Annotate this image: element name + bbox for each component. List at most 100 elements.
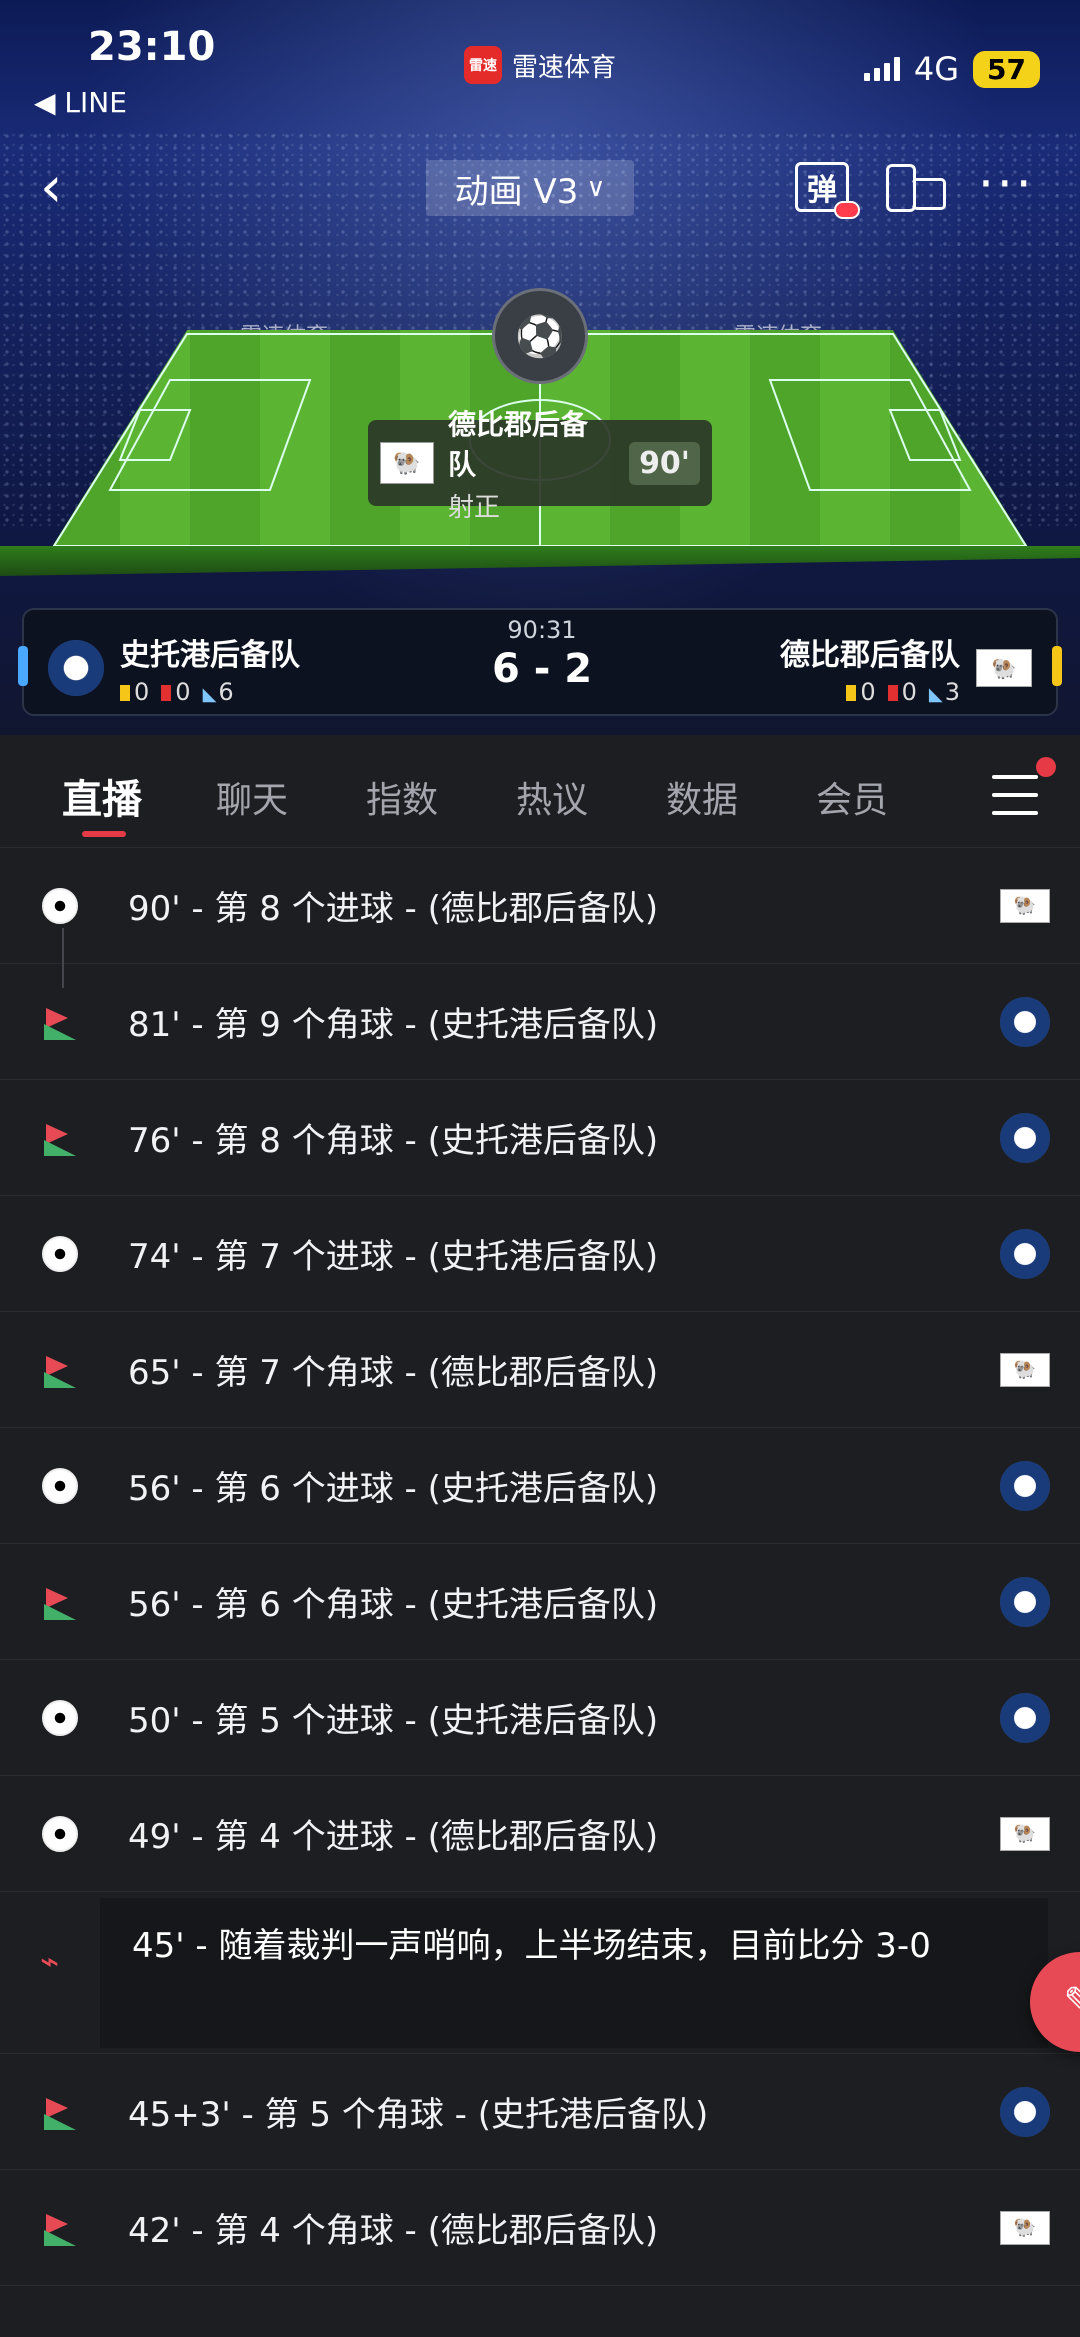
notification-dot (1036, 757, 1056, 777)
list-item[interactable]: 45+3' - 第 5 个角球 - (史托港后备队) (0, 2054, 1080, 2170)
derby-crest-icon: 🐏 (1000, 888, 1050, 923)
event-text: 56' - 第 6 个进球 - (史托港后备队) (128, 1469, 659, 1509)
tab-chat[interactable]: 聊天 (216, 771, 288, 823)
animation-mode-select[interactable]: 动画 V3 ∨ (426, 160, 634, 216)
tab-stats[interactable]: 数据 (666, 771, 738, 823)
network-type: 4G (913, 50, 960, 88)
event-minute: 90' (629, 441, 700, 485)
event-text: 56' - 第 6 个角球 - (史托港后备队) (128, 1585, 659, 1625)
live-event-list: 90' - 第 8 个进球 - (德比郡后备队) 🐏 81' - 第 9 个角球… (0, 848, 1080, 2286)
stockport-crest-icon (1000, 1692, 1050, 1743)
stockport-crest-icon (48, 640, 104, 696)
away-yellow-count: 0 (860, 678, 876, 706)
away-color-marker (1052, 646, 1062, 686)
stockport-crest-icon (1000, 1112, 1050, 1163)
whistle-icon: ⌁ (40, 1942, 60, 1980)
home-corner-count: 6 (218, 678, 234, 706)
away-team-name: 德比郡后备队 (780, 638, 960, 673)
list-item[interactable]: 49' - 第 4 个进球 - (德比郡后备队) 🐏 (0, 1776, 1080, 1892)
stockport-crest-icon (1000, 1228, 1050, 1279)
battery-icon: 57 (973, 50, 1040, 88)
event-text: 49' - 第 4 个进球 - (德比郡后备队) (128, 1817, 659, 1857)
corner-flag-icon (40, 1002, 80, 1042)
tab-discussion[interactable]: 热议 (516, 771, 588, 823)
ball-icon (40, 1234, 80, 1274)
back-to-line-link[interactable]: ◀ LINE (34, 86, 127, 119)
tab-live[interactable]: 直播 (62, 767, 142, 825)
score-center: 90:31 6 - 2 (454, 616, 630, 692)
system-indicators: 4G 57 (863, 50, 1040, 88)
match-animation-area: 23:10 ◀ LINE 雷速 雷速体育 4G 57 ‹ 动画 V3 ∨ 弹 ·… (0, 0, 1080, 735)
list-item[interactable]: 76' - 第 8 个角球 - (史托港后备队) (0, 1080, 1080, 1196)
home-color-marker (18, 646, 28, 686)
mode-label: 动画 V3 (454, 171, 579, 212)
stockport-crest-icon (1000, 1460, 1050, 1511)
event-text: 42' - 第 4 个角球 - (德比郡后备队) (128, 2211, 659, 2251)
corner-flag-icon (40, 2208, 80, 2248)
halftime-item[interactable]: ⌁ 45' - 随着裁判一声哨响，上半场结束，目前比分 3-0 (0, 1892, 1080, 2054)
top-nav: ‹ 动画 V3 ∨ 弹 ··· (0, 159, 1080, 220)
list-item[interactable]: 56' - 第 6 个进球 - (史托港后备队) (0, 1428, 1080, 1544)
screen-cast-icon[interactable] (886, 164, 946, 214)
list-item[interactable]: 74' - 第 7 个进球 - (史托港后备队) (0, 1196, 1080, 1312)
tab-odds[interactable]: 指数 (366, 771, 438, 823)
corner-flag-icon (40, 1350, 80, 1390)
corner-flag-icon (40, 2092, 80, 2132)
corner-flag-icon (40, 1118, 80, 1158)
corner-icon: ◣ (928, 684, 943, 705)
app-name: 雷速体育 (512, 52, 617, 83)
event-text: 45+3' - 第 5 个角球 - (史托港后备队) (128, 2095, 709, 2135)
tab-bar: 直播 聊天 指数 热议 数据 会员 (0, 735, 1080, 848)
event-text: 81' - 第 9 个角球 - (史托港后备队) (128, 1005, 659, 1045)
stockport-crest-icon (1000, 2086, 1050, 2137)
yellow-card-icon (846, 685, 857, 701)
event-text: 65' - 第 7 个角球 - (德比郡后备队) (128, 1353, 659, 1393)
yellow-card-icon (120, 685, 130, 701)
home-team-stats: 0 0 ◣6 (120, 678, 300, 706)
event-text: 76' - 第 8 个角球 - (史托港后备队) (128, 1121, 659, 1161)
pitch-edge (0, 546, 1080, 576)
danmu-switch-indicator (834, 201, 860, 219)
back-arrow-icon[interactable]: ‹ (40, 160, 62, 216)
home-team-name: 史托港后备队 (120, 638, 300, 673)
list-item[interactable]: 42' - 第 4 个角球 - (德比郡后备队) 🐏 (0, 2170, 1080, 2286)
kick-event-icon: ⚽ (492, 288, 588, 384)
derby-crest-icon: 🐏 (1000, 1352, 1050, 1387)
halftime-text: 45' - 随着裁判一声哨响，上半场结束，目前比分 3-0 (100, 1898, 1048, 2048)
stockport-crest-icon (1000, 996, 1050, 1047)
away-team[interactable]: 德比郡后备队 0 0 ◣3 🐏 (780, 630, 1032, 706)
event-text: 90' - 第 8 个进球 - (德比郡后备队) (128, 889, 659, 929)
chevron-down-icon: ∨ (586, 173, 606, 203)
menu-icon[interactable] (992, 775, 1038, 815)
live-event-card: 🐏 德比郡后备队 射正 90' (368, 408, 712, 523)
list-item[interactable]: 56' - 第 6 个角球 - (史托港后备队) (0, 1544, 1080, 1660)
red-card-icon (887, 685, 898, 701)
more-icon[interactable]: ··· (978, 159, 1035, 209)
list-item[interactable]: 81' - 第 9 个角球 - (史托港后备队) (0, 964, 1080, 1080)
list-item[interactable]: 65' - 第 7 个角球 - (德比郡后备队) 🐏 (0, 1312, 1080, 1428)
scoreboard: 史托港后备队 0 0 ◣6 90:31 6 - 2 德比郡后备队 0 0 ◣3 (18, 608, 1062, 716)
away-corner-count: 3 (944, 678, 960, 706)
away-team-stats: 0 0 ◣3 (780, 678, 960, 706)
ball-icon (40, 1814, 80, 1854)
match-time: 90:31 (507, 616, 577, 644)
home-yellow-count: 0 (134, 678, 150, 706)
stockport-crest-icon (1000, 1576, 1050, 1627)
app-logo-icon: 雷速 (464, 46, 502, 84)
clock: 23:10 (88, 24, 216, 70)
ball-icon (40, 886, 80, 926)
signal-icon (863, 57, 900, 81)
tab-vip[interactable]: 会员 (816, 771, 888, 823)
list-item[interactable]: 90' - 第 8 个进球 - (德比郡后备队) 🐏 (0, 848, 1080, 988)
list-item[interactable]: 50' - 第 5 个进球 - (史托港后备队) (0, 1660, 1080, 1776)
derby-crest-icon: 🐏 (976, 649, 1032, 687)
app-title: 雷速 雷速体育 (464, 46, 616, 84)
event-text: 50' - 第 5 个进球 - (史托港后备队) (128, 1701, 659, 1741)
danmu-toggle-icon[interactable]: 弹 (795, 162, 860, 219)
home-team[interactable]: 史托港后备队 0 0 ◣6 (48, 630, 300, 706)
home-red-count: 0 (175, 678, 191, 706)
ball-icon (40, 1466, 80, 1506)
derby-crest-icon: 🐏 (380, 442, 434, 484)
active-tab-indicator (82, 831, 126, 837)
event-text: 74' - 第 7 个进球 - (史托港后备队) (128, 1237, 659, 1277)
